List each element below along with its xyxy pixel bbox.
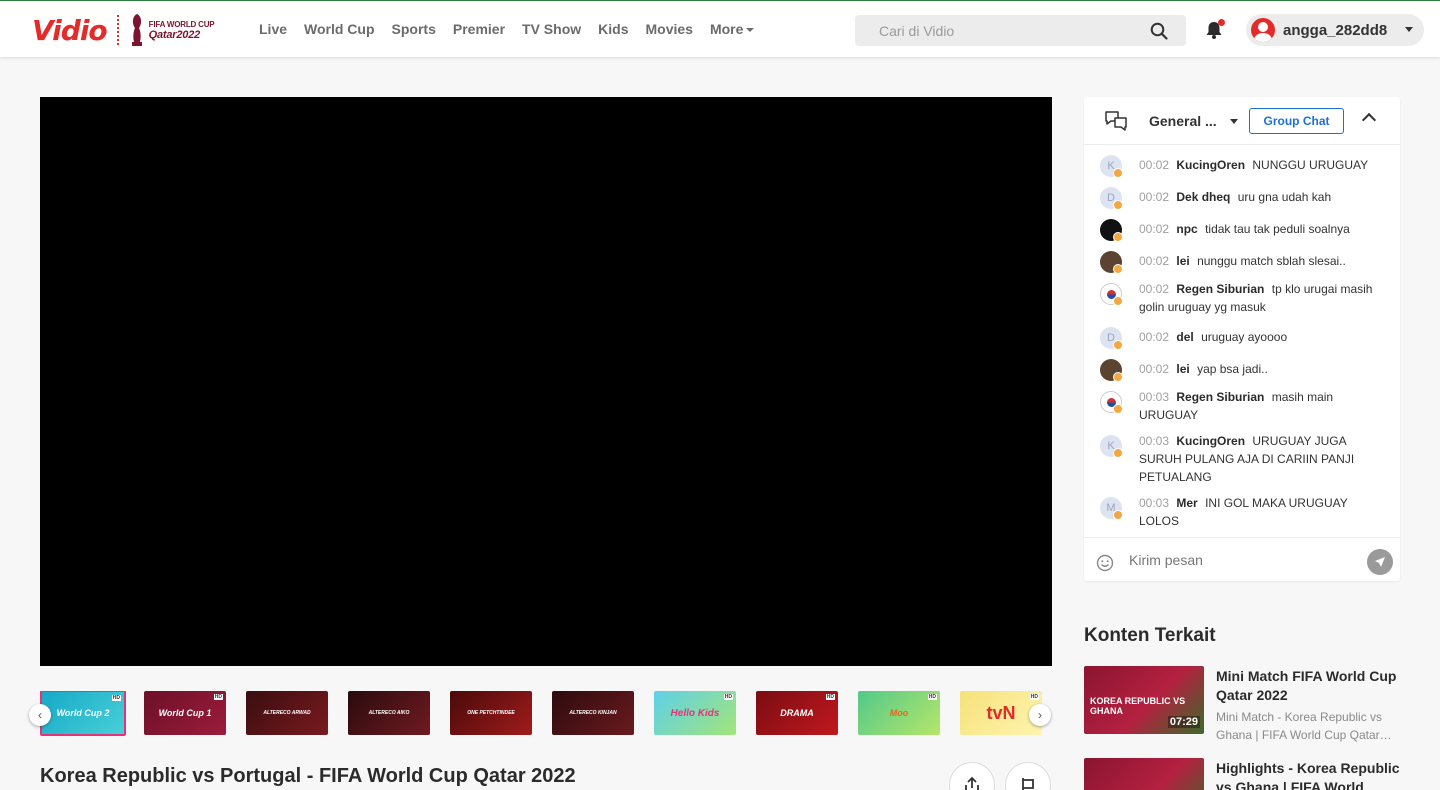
related-item[interactable]: Highlights - Korea Republic vs Ghana | F… xyxy=(1084,758,1400,790)
chevron-down-icon xyxy=(746,28,755,32)
video-title: Korea Republic vs Portugal - FIFA World … xyxy=(40,765,576,787)
flag-icon xyxy=(1022,778,1034,790)
share-icon xyxy=(965,776,979,790)
channel-strip: World Cup 2 HD World Cup 1 HD ALTERECO ARW… xyxy=(40,691,1052,737)
user-menu[interactable]: angga_282dd8 xyxy=(1246,14,1424,46)
chat-room-selector[interactable]: General ... xyxy=(1149,113,1217,129)
badge-icon xyxy=(1113,404,1123,414)
badge-icon xyxy=(1113,264,1123,274)
badge-icon xyxy=(1113,200,1123,210)
related-item-title[interactable]: Highlights - Korea Republic vs Ghana | F… xyxy=(1216,759,1400,790)
chevron-down-icon xyxy=(1405,27,1413,32)
channel-thumb-3[interactable]: ALTERECO ARWAD xyxy=(246,691,328,735)
report-button[interactable] xyxy=(1005,762,1051,790)
nav-more[interactable]: More xyxy=(709,21,755,37)
send-button[interactable] xyxy=(1367,549,1393,575)
channel-thumb-6[interactable]: ALTERECO KINJAN xyxy=(552,691,634,735)
main-nav: Live World Cup Sports Premier TV Show Ki… xyxy=(259,21,771,37)
search-bar xyxy=(855,15,1186,46)
group-chat-button[interactable]: Group Chat xyxy=(1249,108,1344,134)
chevron-right-icon: › xyxy=(1038,708,1042,722)
avatar xyxy=(1251,18,1275,42)
related-thumbnail[interactable]: KOREA REPUBLIC VS GHANA 07:29 xyxy=(1084,666,1204,734)
chevron-up-icon[interactable] xyxy=(1361,112,1377,128)
badge-icon xyxy=(1113,510,1123,520)
username: angga_282dd8 xyxy=(1283,21,1388,39)
video-player[interactable] xyxy=(40,97,1052,666)
related-content-heading: Konten Terkait xyxy=(1084,625,1216,646)
nav-movies[interactable]: Movies xyxy=(646,21,693,37)
strip-next-button[interactable]: › xyxy=(1029,704,1051,726)
duration-badge: 07:29 xyxy=(1167,716,1200,728)
channel-thumb-8[interactable]: DRAMA HD xyxy=(756,691,838,735)
related-item-title[interactable]: Mini Match FIFA World Cup Qatar 2022 xyxy=(1216,667,1400,705)
chat-input-bar xyxy=(1084,537,1400,581)
chevron-left-icon: ‹ xyxy=(38,708,42,722)
badge-icon xyxy=(1113,296,1123,306)
related-item-description: Mini Match - Korea Republic vs Ghana | F… xyxy=(1216,710,1392,742)
thumbnail-caption: KOREA REPUBLIC VS GHANA xyxy=(1090,696,1186,716)
chevron-down-icon[interactable] xyxy=(1230,119,1238,124)
chat-message-list[interactable]: K 00:02 KucingOren NUNGGU URUGUAY D 00:0… xyxy=(1084,147,1400,535)
channel-thumb-9[interactable]: Moo HD xyxy=(858,691,940,735)
vidio-logo[interactable]: Vidio FIFA WORLD CUP Qatar2022 xyxy=(32,12,215,48)
wc-logo-line2: Qatar2022 xyxy=(148,29,201,41)
nav-sports[interactable]: Sports xyxy=(392,21,436,37)
badge-icon xyxy=(1113,372,1123,382)
related-item[interactable]: KOREA REPUBLIC VS GHANA 07:29 Mini Match… xyxy=(1084,666,1400,742)
badge-icon xyxy=(1113,340,1123,350)
top-navigation-bar: Vidio FIFA WORLD CUP Qatar2022 Live Worl… xyxy=(0,0,1440,57)
nav-world-cup[interactable]: World Cup xyxy=(304,21,375,37)
badge-icon xyxy=(1113,448,1123,458)
related-thumbnail[interactable] xyxy=(1084,758,1204,790)
trophy-icon xyxy=(131,14,142,46)
channel-thumb-4[interactable]: ALTERECO AIKO xyxy=(348,691,430,735)
badge-icon xyxy=(1113,232,1123,242)
badge-icon xyxy=(1113,168,1123,178)
channel-thumb-5[interactable]: ONE PETCHTINDEE xyxy=(450,691,532,735)
nav-kids[interactable]: Kids xyxy=(598,21,628,37)
channel-thumb-world-cup-1[interactable]: World Cup 1 HD xyxy=(144,691,226,735)
nav-live[interactable]: Live xyxy=(259,21,287,37)
logo-divider xyxy=(116,15,119,45)
notification-dot xyxy=(1218,19,1225,26)
search-input[interactable] xyxy=(855,15,1145,46)
nav-tv-show[interactable]: TV Show xyxy=(522,21,581,37)
fifa-world-cup-logo: FIFA WORLD CUP Qatar2022 xyxy=(129,12,215,48)
nav-premier[interactable]: Premier xyxy=(453,21,505,37)
nav-more-label: More xyxy=(709,21,744,37)
channel-thumb-world-cup-2[interactable]: World Cup 2 HD xyxy=(40,691,126,736)
share-button[interactable] xyxy=(949,762,995,790)
chat-bubbles-icon xyxy=(1105,111,1127,131)
chat-message-input[interactable] xyxy=(1124,546,1354,574)
live-chat-panel: General ... Group Chat K 00:02 KucingOre… xyxy=(1084,97,1400,581)
send-icon xyxy=(1375,557,1385,567)
channel-thumb-7[interactable]: Hello Kids HD xyxy=(654,691,736,735)
emoji-icon[interactable] xyxy=(1096,554,1114,572)
search-icon[interactable] xyxy=(1150,22,1168,40)
strip-prev-button[interactable]: ‹ xyxy=(29,704,51,726)
chat-header: General ... Group Chat xyxy=(1084,97,1400,145)
vidio-logo-text: Vidio xyxy=(32,13,108,47)
